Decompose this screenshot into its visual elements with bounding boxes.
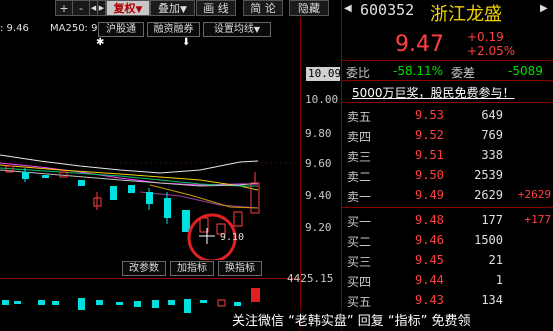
ask-row[interactable]: 卖三 9.51 338 (345, 145, 553, 166)
bid-volume: 177 (481, 213, 503, 227)
bid-volume: 134 (481, 293, 503, 307)
ask-row[interactable]: 卖四 9.52 769 (345, 125, 553, 146)
price-change-pct: +2.05% (467, 44, 516, 58)
candle (128, 185, 135, 193)
indicator-value: : 9.46 (0, 23, 29, 34)
divider (342, 80, 553, 81)
ask-label: 卖五 (347, 110, 372, 124)
ask-row[interactable]: 卖五 9.53 649 (345, 105, 553, 126)
gaicanshu-button[interactable]: 改参数 (122, 261, 166, 276)
ask-change: +2629 (517, 188, 551, 201)
ask-price: 9.51 (415, 148, 444, 162)
price-axis-label: 9.40 (305, 189, 332, 202)
price-change: +0.19 (467, 30, 504, 44)
ask-volume: 2629 (474, 188, 503, 202)
nav-left-icon[interactable]: ◀ (344, 3, 352, 14)
ma-line-white-2 (0, 169, 259, 187)
bid-price: 9.43 (415, 293, 444, 307)
zoom-out-button[interactable]: - (72, 0, 90, 16)
bid-row[interactable]: 买三 9.45 21 (345, 250, 553, 271)
price-axis-label: 9.60 (305, 157, 332, 170)
hugutong-button[interactable]: 沪股通 (98, 22, 144, 37)
candle (250, 182, 260, 214)
cursor-price-label: 9.10 (220, 232, 245, 243)
shezhi-junxian-dropdown[interactable]: 设置均线▼ (203, 22, 271, 37)
candles (5, 165, 260, 235)
shezhi-label: 设置均线 (213, 24, 254, 35)
candle (110, 186, 117, 200)
bid-label: 买四 (347, 275, 372, 289)
fuquan-dropdown[interactable]: 复权▼ (106, 0, 150, 16)
lower-divider (0, 278, 300, 279)
stock-code: 600352 (360, 1, 415, 19)
weibi-label: 委比 (346, 66, 371, 80)
bid-row[interactable]: 买二 9.46 1500 (345, 230, 553, 251)
ask-price: 9.52 (415, 128, 444, 142)
bid-label: 买一 (347, 215, 372, 229)
weicha-value: -5089 (508, 64, 543, 78)
bid-price: 9.44 (415, 273, 444, 287)
ask-volume: 769 (481, 128, 503, 142)
ask-row[interactable]: 卖二 9.50 2539 (345, 165, 553, 186)
bid-volume: 21 (488, 253, 503, 267)
chevron-down-icon: ▼ (180, 5, 187, 15)
jiazhibiao-button[interactable]: 加指标 (170, 261, 214, 276)
divider (342, 102, 553, 103)
chevron-down-icon: ▼ (135, 5, 143, 15)
bid-volume: 1 (495, 273, 503, 287)
yincang-button[interactable]: 隐藏 (289, 0, 329, 16)
current-price-label: 10.09 (308, 67, 342, 80)
watermark-text: 关注微信 “老韩实盘” 回复 “指标” 免费领 (232, 314, 471, 329)
candle (182, 210, 190, 232)
bid-row[interactable]: 买四 9.44 1 (345, 270, 553, 291)
bid-price: 9.45 (415, 253, 444, 267)
kline-chart[interactable] (0, 40, 300, 260)
ask-row[interactable]: 卖一 9.49 2629 +2629 (345, 185, 553, 206)
ask-volume: 649 (481, 108, 503, 122)
ask-label: 卖四 (347, 130, 372, 144)
weicha-label: 委差 (451, 66, 476, 80)
jianlun-button[interactable]: 简 论 (243, 0, 283, 16)
weibi-value: -58.11% (393, 64, 444, 78)
ask-label: 卖一 (347, 190, 372, 204)
bid-volume: 1500 (474, 233, 503, 247)
ask-label: 卖三 (347, 150, 372, 164)
bid-price: 9.48 (415, 213, 444, 227)
nav-right-icon[interactable]: ▶ (540, 3, 548, 14)
scroll-right-button[interactable]: ▶ (97, 0, 106, 16)
price-axis-label: 9.20 (305, 221, 332, 234)
ask-volume: 2539 (474, 168, 503, 182)
current-price: 9.47 (395, 32, 444, 57)
ask-label: 卖二 (347, 170, 372, 184)
candle (233, 211, 243, 227)
bid-label: 买二 (347, 235, 372, 249)
ma250-value: MA250: 9 (50, 23, 98, 34)
diejia-label: 叠加 (158, 2, 181, 15)
bid-change: +177 (524, 213, 552, 226)
bid-row[interactable]: 买一 9.48 177 +177 (345, 210, 553, 231)
fuquan-label: 复权 (113, 2, 136, 15)
price-axis-label: 10.00 (305, 93, 339, 106)
chevron-down-icon: ▼ (253, 25, 261, 34)
diejia-dropdown[interactable]: 叠加▼ (150, 0, 195, 16)
divider (342, 60, 553, 61)
ask-price: 9.53 (415, 108, 444, 122)
huanzhibiao-button[interactable]: 换指标 (218, 261, 262, 276)
ma-line-purple-2 (139, 191, 259, 209)
divider (342, 207, 553, 208)
ask-price: 9.49 (415, 188, 444, 202)
candle (42, 175, 49, 178)
huaxian-button[interactable]: 画 线 (196, 0, 236, 16)
stock-name: 浙江龙盛 (430, 4, 502, 25)
bid-label: 买三 (347, 255, 372, 269)
price-axis-label: 9.80 (305, 127, 332, 140)
candle (78, 180, 85, 186)
promo-banner[interactable]: 5000万巨奖，股民免费参与！ (352, 84, 515, 101)
ask-volume: 338 (481, 148, 503, 162)
right-panel-divider (341, 0, 342, 331)
rongzi-button[interactable]: 融资融券 (147, 22, 200, 37)
zoom-in-button[interactable]: + (55, 0, 73, 16)
bid-price: 9.46 (415, 233, 444, 247)
ask-price: 9.50 (415, 168, 444, 182)
